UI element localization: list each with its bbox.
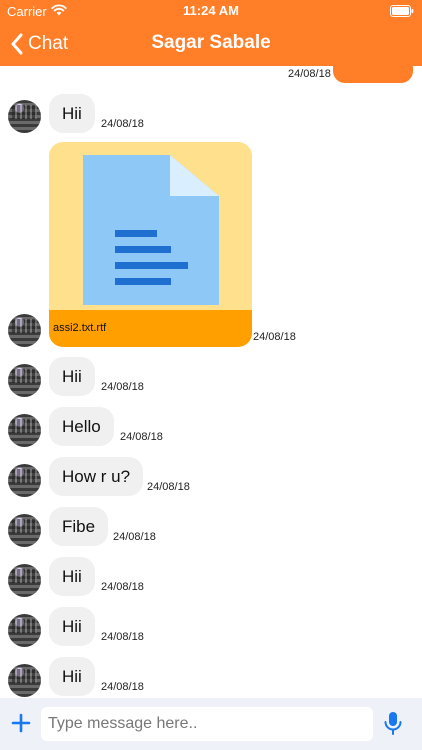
message-input[interactable] — [41, 707, 373, 741]
message-timestamp: 24/08/18 — [101, 681, 144, 693]
message-bubble[interactable]: Hello — [49, 407, 114, 446]
avatar[interactable] — [8, 314, 41, 347]
message-bubble[interactable]: How r u? — [49, 457, 144, 496]
battery-icon — [390, 5, 414, 17]
avatar[interactable] — [8, 364, 41, 397]
status-bar: Carrier 11:24 AM — [0, 0, 422, 22]
document-icon — [83, 155, 219, 305]
message-composer — [0, 698, 422, 750]
avatar[interactable] — [8, 464, 41, 497]
message-bubble[interactable]: Hii — [49, 557, 95, 596]
message-timestamp: 24/08/18 — [113, 531, 156, 543]
avatar[interactable] — [8, 414, 41, 447]
file-name: assi2.txt.rtf — [53, 322, 107, 334]
message-timestamp: 24/08/18 — [101, 581, 144, 593]
file-footer: assi2.txt.rtf — [49, 310, 252, 347]
page-title: Sagar Sabale — [151, 32, 271, 53]
header: Carrier 11:24 AM Chat Sagar Sabale — [0, 0, 422, 66]
message-bubble[interactable]: Hii — [49, 94, 95, 133]
message-timestamp: 24/08/18 — [253, 331, 296, 343]
message-timestamp: 24/08/18 — [101, 381, 144, 393]
message-timestamp: 24/08/18 — [101, 118, 144, 130]
avatar[interactable] — [8, 664, 41, 697]
message-bubble[interactable]: Hii — [49, 657, 95, 696]
chat-messages[interactable]: 24/08/18 Hii 24/08/18 assi2.txt.rtf 24/0… — [0, 66, 422, 698]
avatar[interactable] — [8, 514, 41, 547]
avatar[interactable] — [8, 614, 41, 647]
message-timestamp: 24/08/18 — [147, 481, 190, 493]
sent-message-bubble[interactable] — [333, 66, 413, 83]
message-bubble[interactable]: Hii — [49, 607, 95, 646]
plus-icon[interactable] — [10, 712, 32, 734]
status-time: 11:24 AM — [183, 3, 239, 18]
message-timestamp: 24/08/18 — [101, 631, 144, 643]
microphone-icon[interactable] — [383, 711, 403, 735]
message-timestamp: 24/08/18 — [288, 68, 331, 80]
nav-bar: Chat Sagar Sabale — [0, 22, 422, 66]
avatar[interactable] — [8, 100, 41, 133]
message-bubble[interactable]: Fibe — [49, 507, 109, 546]
file-attachment[interactable]: assi2.txt.rtf — [49, 142, 252, 347]
avatar[interactable] — [8, 564, 41, 597]
message-timestamp: 24/08/18 — [120, 431, 163, 443]
message-bubble[interactable]: Hii — [49, 357, 95, 396]
